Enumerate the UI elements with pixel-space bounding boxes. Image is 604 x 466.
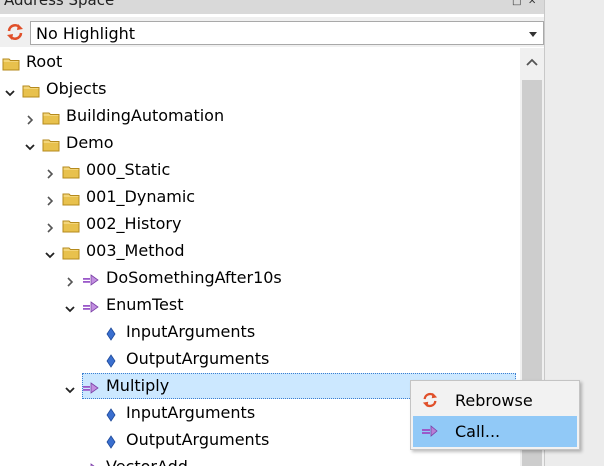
panel-title: Address Space: [4, 0, 115, 9]
panel-header: Address Space □ ✕: [0, 0, 544, 14]
folder-icon: [22, 83, 40, 98]
folder-icon: [62, 191, 80, 206]
chevron-down-icon[interactable]: [24, 138, 36, 151]
tree-item-label: VectorAdd: [106, 457, 188, 466]
tree-item-root[interactable]: Root: [0, 50, 520, 77]
tree-item-label: Objects: [46, 79, 107, 98]
chevron-right-icon[interactable]: [24, 111, 36, 125]
chevron-down-icon[interactable]: [529, 32, 537, 37]
tree-item-001-dynamic[interactable]: 001_Dynamic: [0, 185, 520, 212]
chevron-down-icon[interactable]: [4, 84, 16, 97]
tree-item-dosomethingafter10s[interactable]: DoSomethingAfter10s: [0, 266, 520, 293]
tree-item-demo[interactable]: Demo: [0, 131, 520, 158]
chevron-down-icon[interactable]: [44, 246, 56, 259]
tree-item-label: EnumTest: [106, 295, 184, 314]
menu-item-label: Call...: [455, 422, 501, 441]
tree-item-label: 000_Static: [86, 160, 171, 179]
tree-item-label: DoSomethingAfter10s: [106, 268, 282, 287]
method-icon: [82, 461, 100, 466]
toolbar: No Highlight: [0, 17, 544, 47]
tree-item-label: Multiply: [106, 376, 170, 395]
tree-item-label: BuildingAutomation: [66, 106, 225, 125]
property-icon: [102, 407, 120, 422]
tree-item-label: 003_Method: [86, 241, 185, 260]
context-menu: Rebrowse Call...: [410, 380, 580, 450]
highlight-select-value: No Highlight: [36, 24, 136, 43]
highlight-select[interactable]: No Highlight: [30, 21, 544, 45]
menu-item-label: Rebrowse: [455, 391, 533, 410]
tree-item-label: OutputArguments: [126, 430, 270, 449]
tree-item-003-method[interactable]: 003_Method: [0, 239, 520, 266]
tree-item-objects[interactable]: Objects: [0, 77, 520, 104]
chevron-right-icon[interactable]: [44, 192, 56, 206]
refresh-icon[interactable]: [6, 23, 24, 41]
tree-item-buildingautomation[interactable]: BuildingAutomation: [0, 104, 520, 131]
tree-item-000-static[interactable]: 000_Static: [0, 158, 520, 185]
tree-item-outputarguments[interactable]: OutputArguments: [0, 347, 520, 374]
folder-icon: [42, 137, 60, 152]
property-icon: [102, 434, 120, 449]
chevron-right-icon[interactable]: [64, 462, 76, 466]
tree-item-enumtest[interactable]: EnumTest: [0, 293, 520, 320]
tree-item-vectoradd[interactable]: VectorAdd: [0, 455, 520, 466]
tree-item-label: Root: [26, 52, 63, 71]
tree-item-label: OutputArguments: [126, 349, 270, 368]
tree-item-label: InputArguments: [126, 322, 256, 341]
pin-icon[interactable]: □: [512, 0, 521, 7]
tree-item-label: InputArguments: [126, 403, 256, 422]
folder-icon: [2, 56, 20, 71]
chevron-right-icon[interactable]: [44, 219, 56, 233]
property-icon: [102, 326, 120, 341]
chevron-right-icon[interactable]: [64, 273, 76, 287]
folder-icon: [62, 218, 80, 233]
folder-icon: [62, 245, 80, 260]
scroll-up-icon[interactable]: [520, 48, 544, 78]
chevron-down-icon[interactable]: [64, 381, 76, 394]
chevron-right-icon[interactable]: [44, 165, 56, 179]
folder-icon: [62, 164, 80, 179]
tree-item-label: Demo: [66, 133, 114, 152]
menu-item-call[interactable]: Call...: [413, 416, 577, 447]
folder-icon: [42, 110, 60, 125]
refresh-icon: [422, 392, 438, 408]
tree-item-002-history[interactable]: 002_History: [0, 212, 520, 239]
method-icon: [82, 272, 100, 286]
method-icon: [422, 425, 438, 437]
method-icon: [82, 380, 100, 394]
method-icon: [82, 299, 100, 313]
tree-item-label: 001_Dynamic: [86, 187, 196, 206]
property-icon: [102, 353, 120, 368]
menu-item-rebrowse[interactable]: Rebrowse: [413, 385, 577, 416]
tree-item-inputarguments[interactable]: InputArguments: [0, 320, 520, 347]
close-icon[interactable]: ✕: [528, 0, 536, 7]
chevron-down-icon[interactable]: [64, 300, 76, 313]
tree-item-label: 002_History: [86, 214, 182, 233]
